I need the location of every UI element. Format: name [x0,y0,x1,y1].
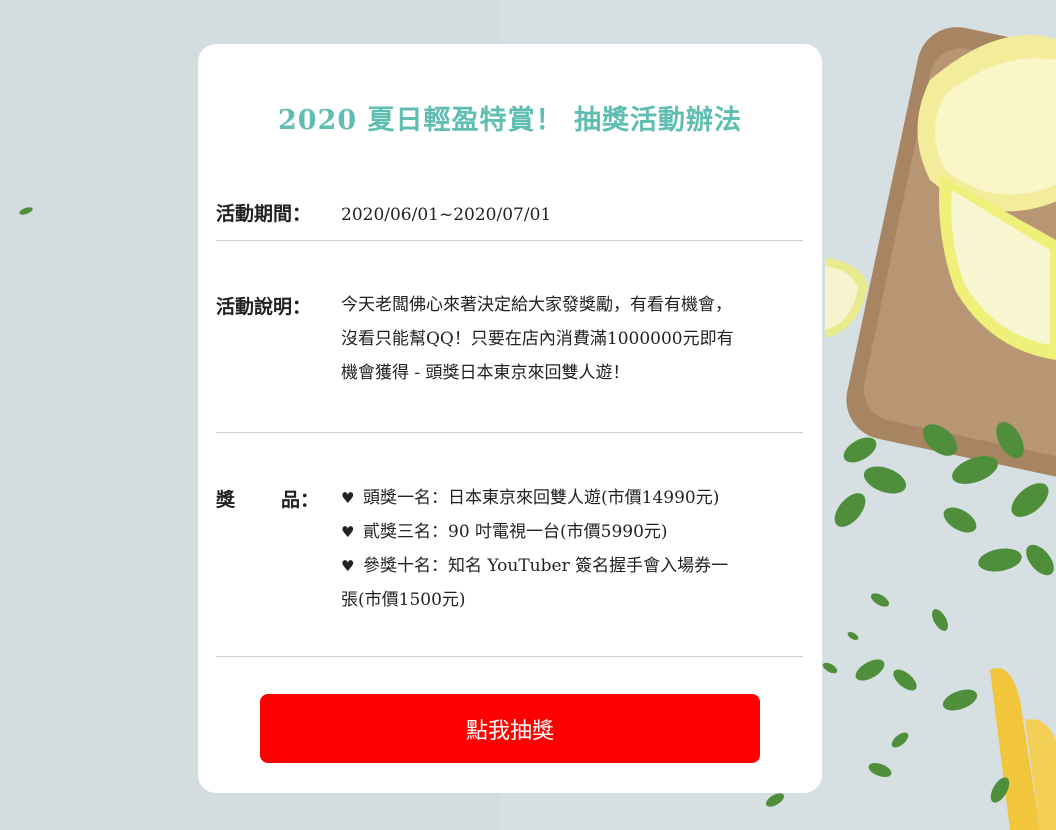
prizes-label-char: 品： [281,489,320,511]
divider [216,432,803,433]
description-label: 活動說明： [216,296,312,318]
period-value: 2020/06/01~2020/07/01 [341,205,552,225]
prize-text: 貳獎三名：90 吋電視一台(市價5990元) [363,522,668,542]
prize-item: ♥ 貳獎三名：90 吋電視一台(市價5990元) [341,515,741,549]
prizes-label: 獎 品： [216,485,319,512]
lottery-card: 2020 夏日輕盈特賞！ 抽獎活動辦法 活動期間： 2020/06/01~202… [198,44,822,793]
description-value: 今天老闆佛心來著決定給大家發獎勵，有看有機會，沒看只能幫QQ！只要在店內消費滿1… [341,295,734,383]
divider [216,240,803,241]
heart-icon: ♥ [341,523,355,541]
draw-button[interactable]: 點我抽獎 [260,694,760,763]
prizes-label-char: 獎 [216,489,236,511]
page-title: 2020 夏日輕盈特賞！ 抽獎活動辦法 [278,105,742,136]
divider [216,656,803,657]
period-label: 活動期間： [216,203,312,225]
heart-icon: ♥ [341,489,355,507]
draw-button-label: 點我抽獎 [465,718,554,744]
prizes-list: ♥ 頭獎一名：日本東京來回雙人遊(市價14990元) ♥ 貳獎三名：90 吋電視一台… [341,481,741,617]
prize-item: ♥ 參獎十名：知名 YouTuber 簽名握手會入場券一張(市價1500元) [341,549,741,617]
prize-item: ♥ 頭獎一名：日本東京來回雙人遊(市價14990元) [341,481,741,515]
prize-text: 參獎十名：知名 YouTuber 簽名握手會入場券一張(市價1500元) [341,556,729,610]
heart-icon: ♥ [341,557,355,575]
prize-text: 頭獎一名：日本東京來回雙人遊(市價14990元) [363,488,720,508]
